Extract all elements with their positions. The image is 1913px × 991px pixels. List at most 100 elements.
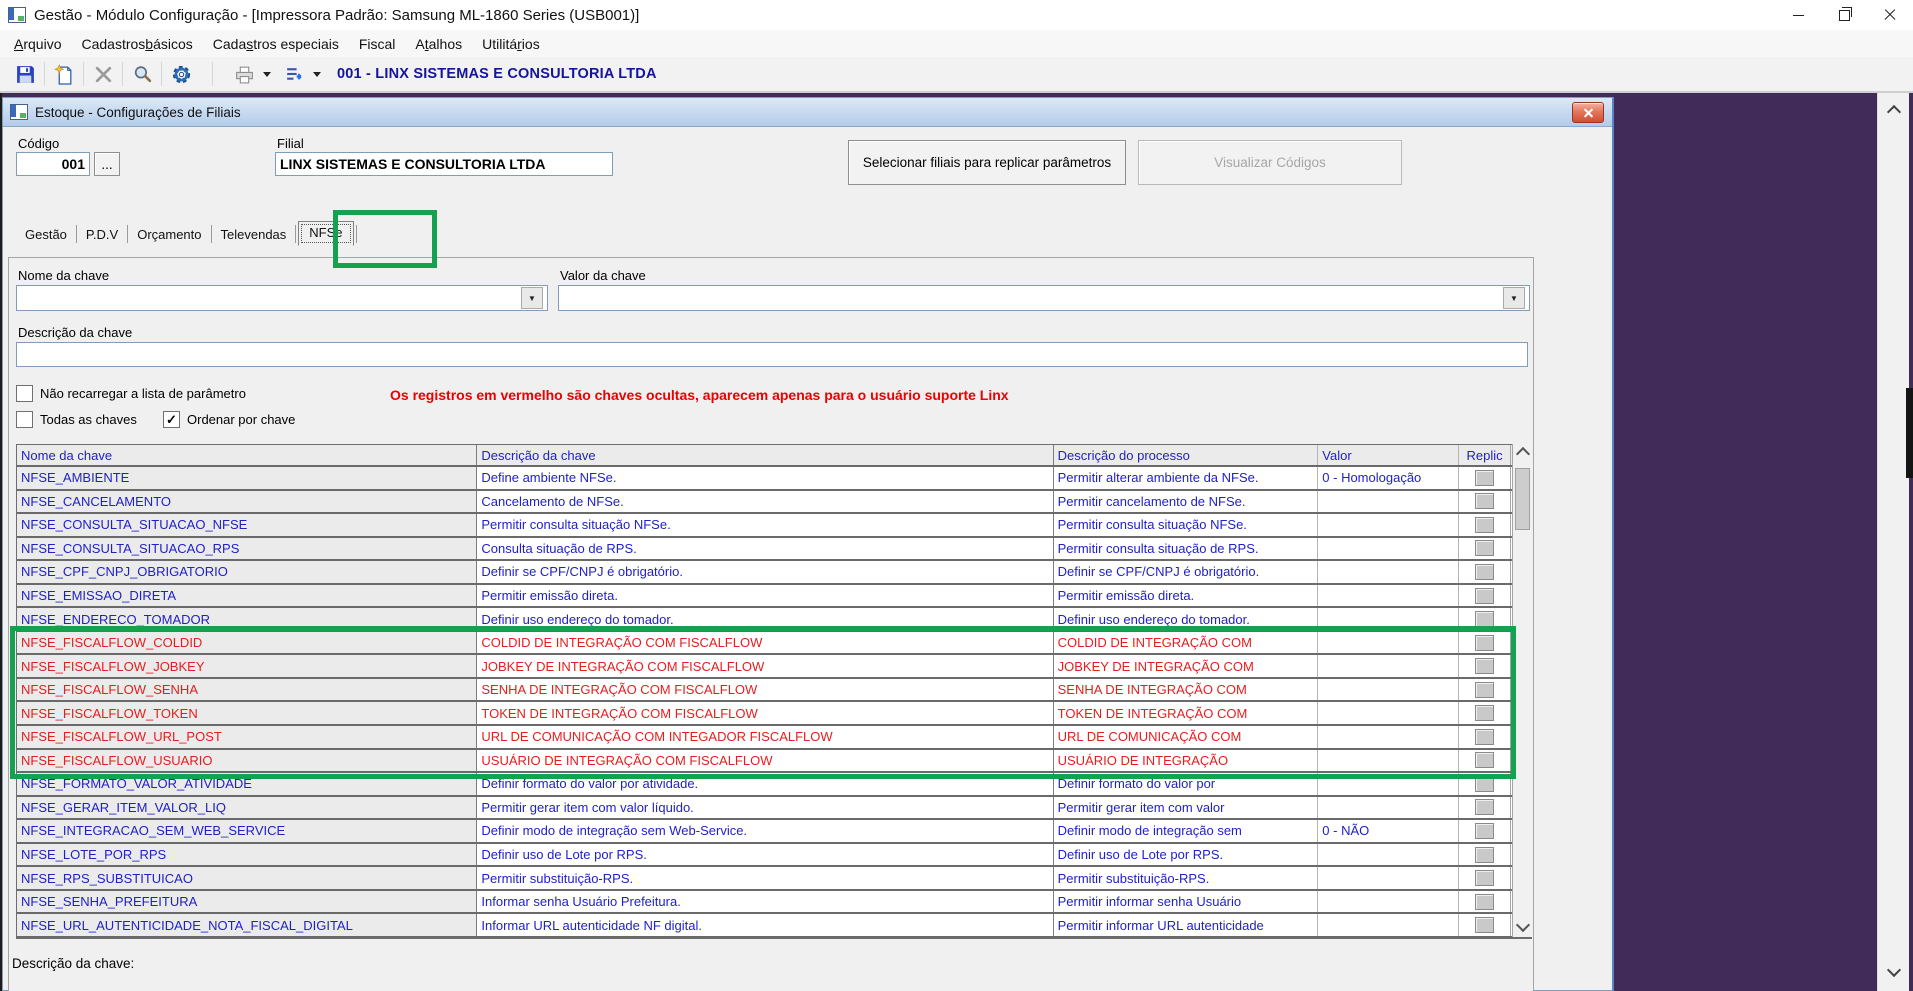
header-descricao[interactable]: Descrição da chave [477, 445, 1053, 465]
cell-processo[interactable]: JOBKEY DE INTEGRAÇÃO COM [1054, 655, 1319, 677]
cell-valor[interactable] [1318, 679, 1459, 701]
table-row[interactable]: NFSE_EMISSAO_DIRETAPermitir emissão dire… [17, 585, 1531, 609]
menu-item-atalhos[interactable]: Atalhos [405, 30, 472, 57]
table-row[interactable]: NFSE_CPF_CNPJ_OBRIGATORIODefinir se CPF/… [17, 561, 1531, 585]
cell-nome[interactable]: NFSE_GERAR_ITEM_VALOR_LIQ [17, 797, 477, 819]
cell-valor[interactable] [1318, 891, 1459, 913]
cell-descricao[interactable]: Permitir emissão direta. [477, 585, 1053, 607]
replic-checkbox[interactable] [1475, 705, 1494, 721]
cell-nome[interactable]: NFSE_CPF_CNPJ_OBRIGATORIO [17, 561, 477, 583]
cell-valor[interactable] [1318, 773, 1459, 795]
cell-nome[interactable]: NFSE_RPS_SUBSTITUICAO [17, 867, 477, 889]
replic-checkbox[interactable] [1475, 493, 1494, 509]
header-replic[interactable]: Replic [1459, 445, 1511, 465]
header-valor[interactable]: Valor [1318, 445, 1459, 465]
save-button[interactable] [8, 60, 42, 88]
cell-nome[interactable]: NFSE_LOTE_POR_RPS [17, 844, 477, 866]
cell-valor[interactable] [1318, 914, 1459, 936]
cell-processo[interactable]: Permitir gerar item com valor [1054, 797, 1319, 819]
cell-processo[interactable]: Permitir consulta situação NFSe. [1054, 514, 1319, 536]
table-row[interactable]: NFSE_FISCALFLOW_TOKENTOKEN DE INTEGRAÇÃO… [17, 702, 1531, 726]
table-row[interactable]: NFSE_CONSULTA_SITUACAO_NFSEPermitir cons… [17, 514, 1531, 538]
checkbox-nao-recarregar[interactable]: Não recarregar a lista de parâmetro [16, 385, 246, 402]
replic-checkbox[interactable] [1475, 682, 1494, 698]
settings-button[interactable] [164, 60, 198, 88]
replic-checkbox[interactable] [1475, 776, 1494, 792]
replic-checkbox[interactable] [1475, 470, 1494, 486]
table-row[interactable]: NFSE_FISCALFLOW_COLDIDCOLDID DE INTEGRAÇ… [17, 632, 1531, 656]
cell-valor[interactable]: 0 - NÃO [1318, 820, 1459, 842]
cell-nome[interactable]: NFSE_FISCALFLOW_TOKEN [17, 702, 477, 724]
tab-gest-o[interactable]: Gestão [16, 227, 76, 246]
cell-descricao[interactable]: Definir modo de integração sem Web-Servi… [477, 820, 1053, 842]
cell-nome[interactable]: NFSE_ENDERECO_TOMADOR [17, 608, 477, 630]
cell-descricao[interactable]: SENHA DE INTEGRAÇÃO COM FISCALFLOW [477, 679, 1053, 701]
cell-processo[interactable]: Permitir informar URL autenticidade [1054, 914, 1319, 936]
cell-valor[interactable]: 0 - Homologação [1318, 467, 1459, 489]
cell-valor[interactable] [1318, 726, 1459, 748]
cell-descricao[interactable]: JOBKEY DE INTEGRAÇÃO COM FISCALFLOW [477, 655, 1053, 677]
cell-processo[interactable]: Permitir informar senha Usuário [1054, 891, 1319, 913]
dialog-titlebar[interactable]: Estoque - Configurações de Filiais [3, 98, 1612, 127]
table-row[interactable]: NFSE_URL_AUTENTICIDADE_NOTA_FISCAL_DIGIT… [17, 914, 1531, 938]
replic-checkbox[interactable] [1475, 799, 1494, 815]
menu-item-utilit-rios[interactable]: Utilitários [472, 30, 550, 57]
cell-descricao[interactable]: Definir uso endereço do tomador. [477, 608, 1053, 630]
table-row[interactable]: NFSE_INTEGRACAO_SEM_WEB_SERVICEDefinir m… [17, 820, 1531, 844]
cell-descricao[interactable]: Informar senha Usuário Prefeitura. [477, 891, 1053, 913]
table-row[interactable]: NFSE_FISCALFLOW_SENHASENHA DE INTEGRAÇÃO… [17, 679, 1531, 703]
codigo-input[interactable]: 001 [16, 152, 90, 176]
scroll-down-button[interactable] [1878, 959, 1909, 985]
table-row[interactable]: NFSE_FISCALFLOW_URL_POSTURL DE COMUNICAÇ… [17, 726, 1531, 750]
cell-processo[interactable]: USUÁRIO DE INTEGRAÇÃO [1054, 750, 1319, 772]
table-row[interactable]: NFSE_RPS_SUBSTITUICAOPermitir substituiç… [17, 867, 1531, 891]
cell-valor[interactable] [1318, 750, 1459, 772]
menu-item-cadastros-especiais[interactable]: Cadastros especiais [203, 30, 349, 57]
cell-descricao[interactable]: Definir uso de Lote por RPS. [477, 844, 1053, 866]
table-row[interactable]: NFSE_LOTE_POR_RPSDefinir uso de Lote por… [17, 844, 1531, 868]
checkbox-box[interactable]: ✓ [163, 411, 180, 428]
table-row[interactable]: NFSE_GERAR_ITEM_VALOR_LIQPermitir gerar … [17, 797, 1531, 821]
menu-item-arquivo[interactable]: Arquivo [4, 30, 71, 57]
cell-descricao[interactable]: Consulta situação de RPS. [477, 538, 1053, 560]
scroll-down-button[interactable] [1513, 917, 1533, 937]
minimize-button[interactable] [1775, 0, 1821, 30]
table-scrollbar[interactable] [1512, 444, 1533, 937]
menu-item-cadastros-b-sicos[interactable]: Cadastros básicos [71, 30, 202, 57]
table-scrollbar-thumb[interactable] [1515, 468, 1530, 530]
cell-processo[interactable]: Permitir consulta situação de RPS. [1054, 538, 1319, 560]
print-dropdown-icon[interactable] [263, 72, 271, 77]
table-row[interactable]: NFSE_CANCELAMENTOCancelamento de NFSe.Pe… [17, 491, 1531, 515]
cell-descricao[interactable]: Permitir gerar item com valor líquido. [477, 797, 1053, 819]
checkbox-todas-chaves[interactable]: Todas as chaves [16, 411, 137, 428]
cell-descricao[interactable]: TOKEN DE INTEGRAÇÃO COM FISCALFLOW [477, 702, 1053, 724]
cell-processo[interactable]: COLDID DE INTEGRAÇÃO COM [1054, 632, 1319, 654]
cell-valor[interactable] [1318, 585, 1459, 607]
cell-processo[interactable]: TOKEN DE INTEGRAÇÃO COM [1054, 702, 1319, 724]
cell-valor[interactable] [1318, 608, 1459, 630]
replic-checkbox[interactable] [1475, 588, 1494, 604]
table-row[interactable]: NFSE_AMBIENTEDefine ambiente NFSe.Permit… [17, 467, 1531, 491]
table-row[interactable]: NFSE_CONSULTA_SITUACAO_RPSConsulta situa… [17, 538, 1531, 562]
cell-descricao[interactable]: USUÁRIO DE INTEGRAÇÃO COM FISCALFLOW [477, 750, 1053, 772]
cell-nome[interactable]: NFSE_URL_AUTENTICIDADE_NOTA_FISCAL_DIGIT… [17, 914, 477, 936]
checkbox-box[interactable] [16, 385, 33, 402]
table-row[interactable]: NFSE_FISCALFLOW_USUARIOUSUÁRIO DE INTEGR… [17, 750, 1531, 774]
cell-nome[interactable]: NFSE_SENHA_PREFEITURA [17, 891, 477, 913]
cell-nome[interactable]: NFSE_FISCALFLOW_JOBKEY [17, 655, 477, 677]
new-document-button[interactable] [47, 60, 81, 88]
cell-valor[interactable] [1318, 491, 1459, 513]
header-processo[interactable]: Descrição do processo [1054, 445, 1319, 465]
print-button[interactable] [227, 60, 261, 88]
table-row[interactable]: NFSE_FORMATO_VALOR_ATIVIDADEDefinir form… [17, 773, 1531, 797]
cell-processo[interactable]: Definir uso endereço do tomador. [1054, 608, 1319, 630]
menu-item-fiscal[interactable]: Fiscal [349, 30, 406, 57]
cell-nome[interactable]: NFSE_FISCALFLOW_URL_POST [17, 726, 477, 748]
cell-descricao[interactable]: Definir se CPF/CNPJ é obrigatório. [477, 561, 1053, 583]
cell-processo[interactable]: Definir se CPF/CNPJ é obrigatório. [1054, 561, 1319, 583]
replicar-parametros-button[interactable]: Selecionar filiais para replicar parâmet… [848, 140, 1126, 185]
scroll-up-button[interactable] [1513, 444, 1533, 464]
cell-nome[interactable]: NFSE_FORMATO_VALOR_ATIVIDADE [17, 773, 477, 795]
visualizar-codigos-button[interactable]: Visualizar Códigos [1138, 140, 1402, 185]
replic-checkbox[interactable] [1475, 917, 1494, 933]
